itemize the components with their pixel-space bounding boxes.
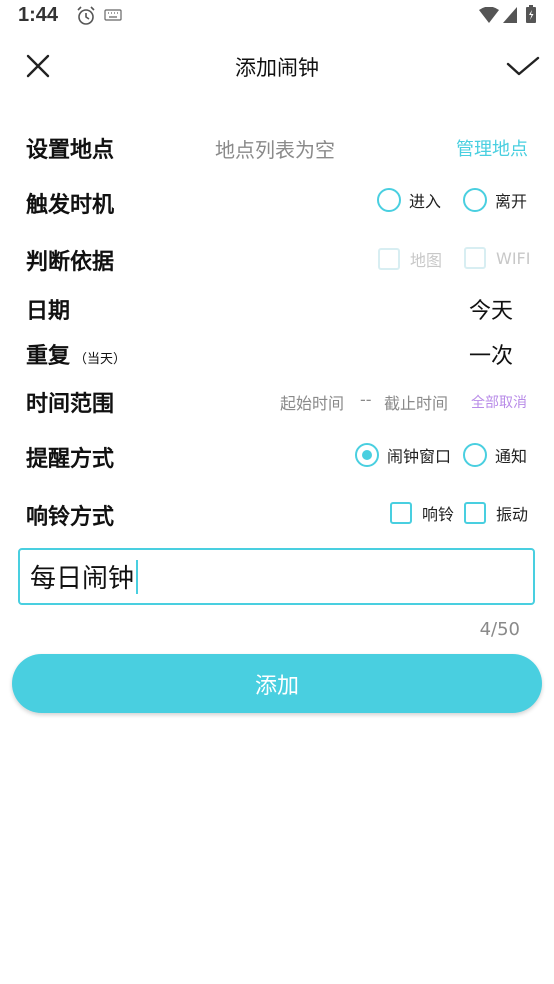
repeat-sub-label: （当天）: [74, 352, 127, 367]
ringtone-checkbox[interactable]: [390, 502, 412, 524]
check-icon[interactable]: [505, 48, 541, 84]
time-range-label: 时间范围: [26, 392, 115, 417]
time-range-separator: --: [360, 390, 372, 409]
basis-option-wifi[interactable]: WIFI: [464, 247, 530, 269]
ring-option-vibrate[interactable]: 振动: [464, 501, 528, 525]
signal-icon: [503, 7, 517, 23]
battery-icon: [526, 5, 536, 23]
date-value[interactable]: 今天: [469, 293, 513, 325]
alarm-window-label: 闹钟窗口: [387, 447, 452, 466]
end-time-field[interactable]: 截止时间: [384, 390, 448, 414]
repeat-label-text: 重复: [26, 344, 71, 369]
reminder-option-alarm-window[interactable]: 闹钟窗口: [355, 443, 451, 467]
repeat-value[interactable]: 一次: [469, 338, 513, 370]
notification-radio[interactable]: [463, 443, 487, 467]
keyboard-icon: [104, 9, 122, 21]
status-time: 1:44: [18, 4, 59, 26]
trigger-label: 触发时机: [26, 193, 115, 218]
wifi-checkbox[interactable]: [464, 247, 486, 269]
text-caret: [136, 559, 139, 594]
date-label: 日期: [26, 299, 71, 324]
location-label: 设置地点: [26, 138, 115, 163]
repeat-label: 重复 （当天）: [26, 338, 126, 370]
trigger-option-enter[interactable]: 进入: [377, 188, 441, 212]
leave-radio[interactable]: [463, 188, 487, 212]
reminder-option-notification[interactable]: 通知: [463, 443, 527, 467]
vibrate-label: 振动: [496, 505, 529, 524]
ring-option-ringtone[interactable]: 响铃: [390, 501, 454, 525]
leave-label: 离开: [495, 192, 528, 211]
add-button[interactable]: 添加: [12, 654, 542, 713]
manage-location-link[interactable]: 管理地点: [456, 135, 528, 161]
enter-radio[interactable]: [377, 188, 401, 212]
page-title: 添加闹钟: [235, 56, 319, 80]
ringtone-label: 响铃: [422, 505, 455, 524]
clear-all-link[interactable]: 全部取消: [471, 392, 527, 412]
basis-option-map[interactable]: 地图: [378, 247, 442, 271]
map-label: 地图: [410, 251, 443, 270]
app-header: 添加闹钟: [0, 40, 554, 90]
vibrate-checkbox[interactable]: [464, 502, 486, 524]
wifi-label: WIFI: [496, 248, 531, 268]
enter-label: 进入: [409, 192, 442, 211]
alarm-name-value: 每日闹钟: [30, 564, 135, 594]
location-value[interactable]: 地点列表为空: [215, 134, 335, 163]
alarm-icon: [77, 6, 95, 25]
wifi-icon: [479, 7, 499, 23]
alarm-name-input[interactable]: 每日闹钟: [18, 548, 535, 605]
map-checkbox[interactable]: [378, 248, 400, 270]
status-bar: 1:44: [0, 0, 554, 34]
notification-label: 通知: [495, 447, 528, 466]
char-counter: 4/50: [479, 619, 520, 640]
basis-label: 判断依据: [26, 250, 115, 275]
trigger-option-leave[interactable]: 离开: [463, 188, 527, 212]
ring-label: 响铃方式: [26, 505, 115, 530]
reminder-label: 提醒方式: [26, 447, 115, 472]
start-time-field[interactable]: 起始时间: [280, 390, 344, 414]
alarm-window-radio[interactable]: [355, 443, 379, 467]
